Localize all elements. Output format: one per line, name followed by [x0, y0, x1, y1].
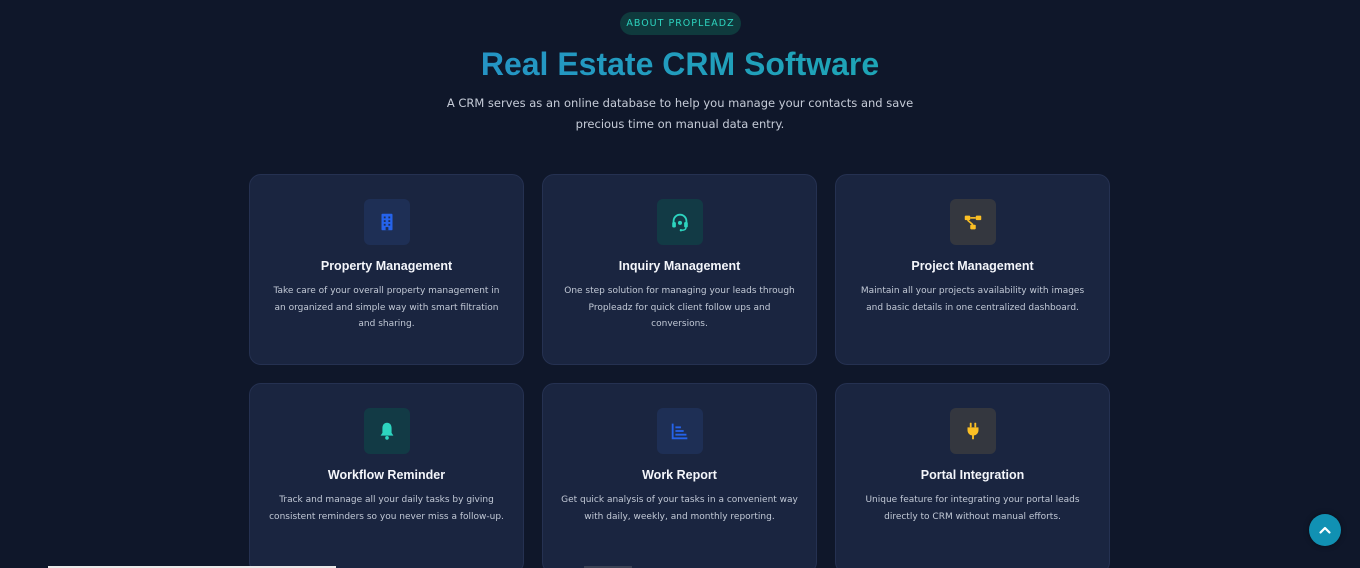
project-diagram-icon — [950, 199, 996, 245]
feature-title: Workflow Reminder — [327, 468, 446, 482]
feature-card-property-management[interactable]: Property Management Take care of your ov… — [249, 174, 524, 365]
chevron-up-icon — [1319, 526, 1331, 534]
feature-title: Portal Integration — [920, 468, 1025, 482]
feature-card-work-report[interactable]: Work Report Get quick analysis of your t… — [542, 383, 817, 568]
feature-title: Property Management — [320, 259, 453, 273]
feature-title: Project Management — [911, 259, 1034, 273]
scroll-to-top-button[interactable] — [1309, 514, 1341, 546]
feature-description: Unique feature for integrating your port… — [865, 495, 1080, 522]
plug-icon — [950, 408, 996, 454]
chart-icon — [657, 408, 703, 454]
page-subtitle: A CRM serves as an online database to he… — [446, 96, 914, 131]
feature-card-inquiry-management[interactable]: Inquiry Management One step solution for… — [542, 174, 817, 365]
feature-description: One step solution for managing your lead… — [564, 286, 795, 330]
page-title: Real Estate CRM Software — [0, 44, 1360, 84]
feature-card-project-management[interactable]: Project Management Maintain all your pro… — [835, 174, 1110, 365]
headset-icon — [657, 199, 703, 245]
feature-card-workflow-reminder[interactable]: Workflow Reminder Track and manage all y… — [249, 383, 524, 568]
feature-description: Track and manage all your daily tasks by… — [269, 495, 504, 522]
feature-description: Maintain all your projects availability … — [860, 286, 1085, 313]
section-badge: ABOUT PROPLEADZ — [620, 12, 741, 35]
feature-card-portal-integration[interactable]: Portal Integration Unique feature for in… — [835, 383, 1110, 568]
page: ABOUT PROPLEADZ Real Estate CRM Software… — [0, 0, 1360, 568]
bell-icon — [364, 408, 410, 454]
feature-title: Work Report — [642, 468, 717, 482]
feature-description: Take care of your overall property manag… — [273, 286, 500, 330]
feature-title: Inquiry Management — [618, 259, 741, 273]
feature-description: Get quick analysis of your tasks in a co… — [561, 495, 798, 522]
building-icon — [364, 199, 410, 245]
